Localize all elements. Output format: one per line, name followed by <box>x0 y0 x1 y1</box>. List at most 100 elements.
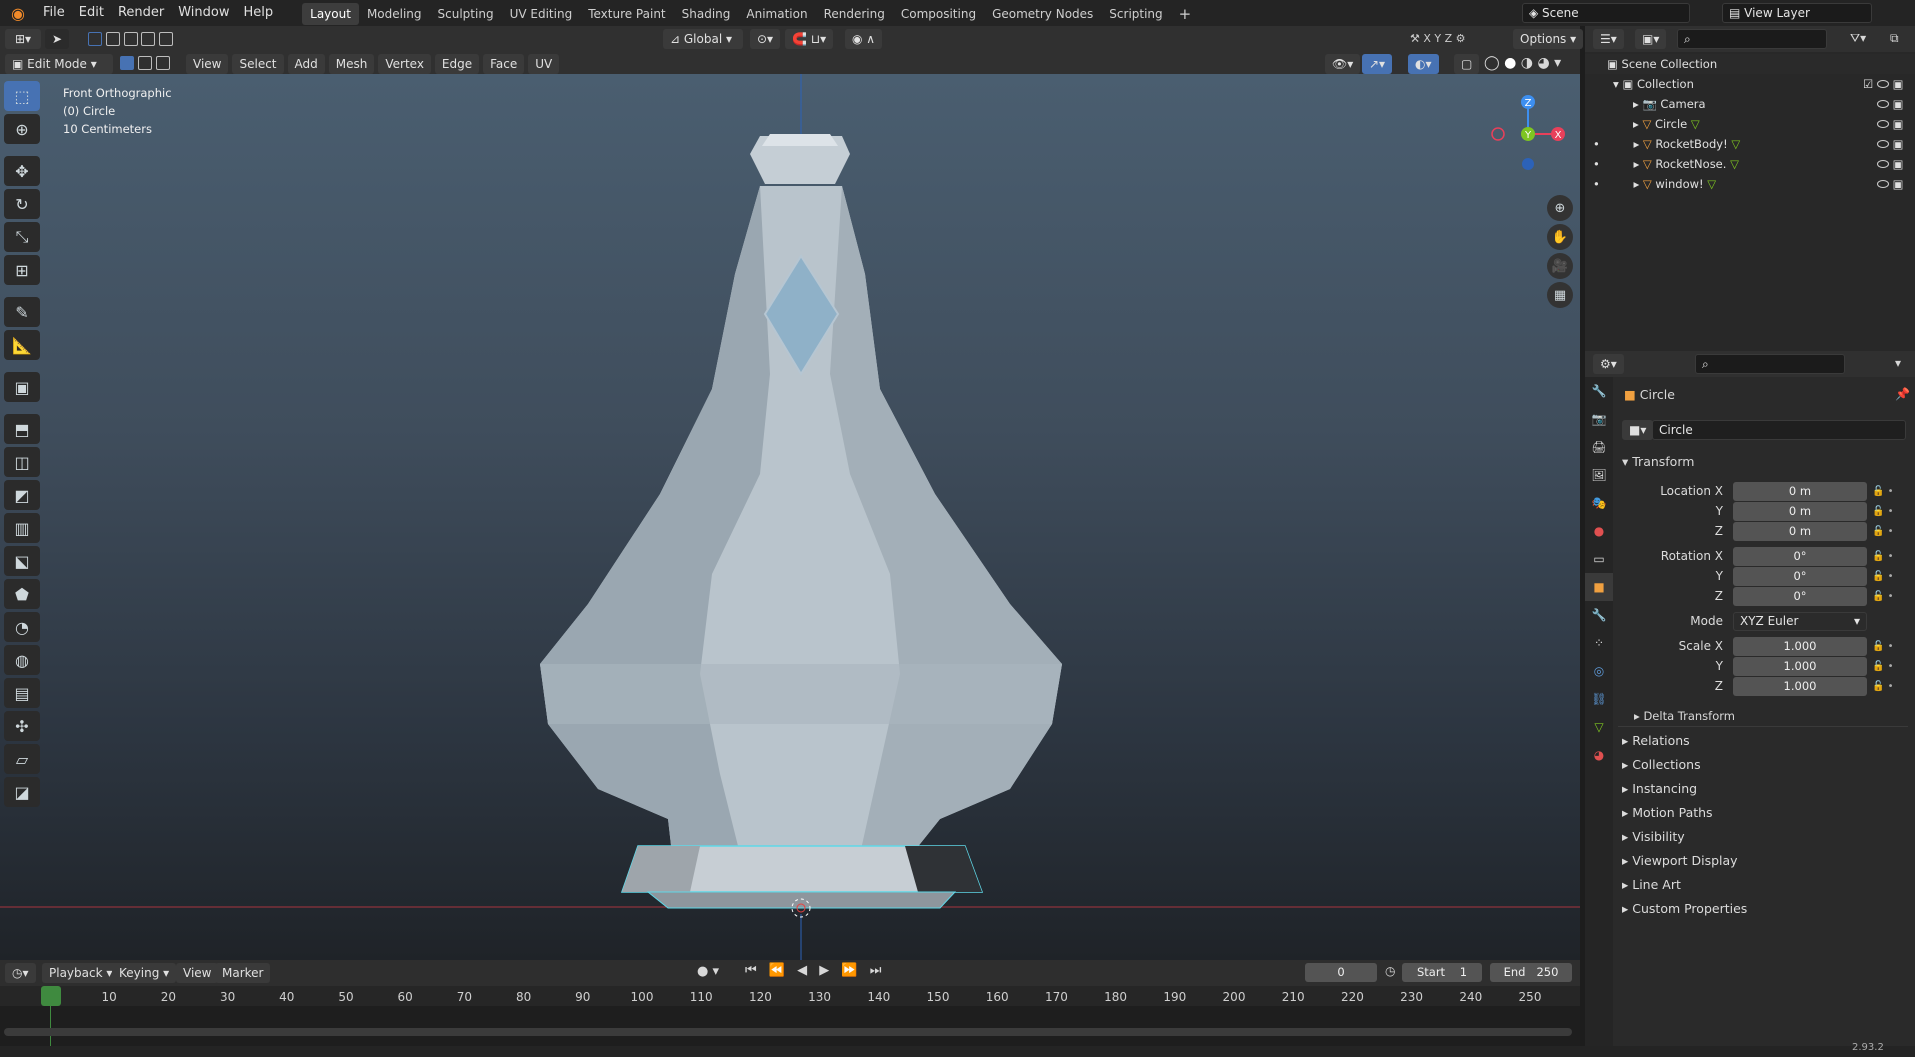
menu-help[interactable]: Help <box>237 0 281 26</box>
menu-mesh[interactable]: Mesh <box>328 54 375 74</box>
panel-viewport-display[interactable]: ▸ Viewport Display <box>1622 853 1738 868</box>
timeline-editor-icon[interactable]: ◷▾ <box>5 963 36 983</box>
mirror-axes[interactable]: ⚒ X Y Z ⚙ <box>1410 32 1466 45</box>
outliner-item[interactable]: ▸ 📷 Camera ▣ <box>1585 94 1915 114</box>
blender-logo-icon[interactable]: ◉ <box>0 4 36 23</box>
record-button[interactable]: ● ▾ <box>697 964 719 979</box>
constraints-tab-icon[interactable]: ⛓ <box>1585 685 1613 713</box>
tab-geometry-nodes[interactable]: Geometry Nodes <box>984 3 1101 25</box>
playback-menu[interactable]: Playback ▾ <box>42 963 120 983</box>
rotation-lock-icons[interactable]: 🔓 • 🔓 • 🔓 • <box>1872 547 1894 607</box>
output-tab-icon[interactable]: 🖨 <box>1585 433 1613 461</box>
visibility-eye-icon[interactable]: ▣ <box>1877 114 1904 134</box>
transform-panel-header[interactable]: ▾ Transform <box>1622 454 1694 469</box>
snap-icon[interactable]: 🧲 ⊔▾ <box>785 29 834 49</box>
axis-z-toggle[interactable]: Z <box>1445 32 1453 45</box>
panel-line-art[interactable]: ▸ Line Art <box>1622 877 1681 892</box>
tab-uv-editing[interactable]: UV Editing <box>502 3 581 25</box>
tab-rendering[interactable]: Rendering <box>816 3 893 25</box>
outliner-search[interactable]: ⌕ <box>1677 29 1827 49</box>
collection-checkbox[interactable]: ☑ ▣ <box>1863 74 1904 94</box>
scale-z-field[interactable]: 1.000 <box>1733 677 1867 696</box>
tab-scripting[interactable]: Scripting <box>1101 3 1170 25</box>
panel-custom-properties[interactable]: ▸ Custom Properties <box>1622 901 1747 916</box>
select-tool-icon[interactable]: ➤ <box>45 29 70 49</box>
new-collection-icon[interactable]: ⧉ <box>1890 31 1899 46</box>
scene-field[interactable]: ◈ Scene <box>1522 3 1690 23</box>
scale-x-field[interactable]: 1.000 <box>1733 637 1867 656</box>
outliner-editor-icon[interactable]: ☰▾ <box>1593 29 1624 49</box>
tab-texture-paint[interactable]: Texture Paint <box>580 3 673 25</box>
material-tab-icon[interactable]: ◕ <box>1585 741 1613 769</box>
menu-edge[interactable]: Edge <box>434 54 480 74</box>
panel-motion-paths[interactable]: ▸ Motion Paths <box>1622 805 1713 820</box>
rotation-mode-select[interactable]: XYZ Euler ▾ <box>1733 612 1867 631</box>
xray-toggle-icon[interactable]: ▢ <box>1454 54 1480 74</box>
modifier-tab-icon[interactable]: 🔧 <box>1585 601 1613 629</box>
editor-type-icon[interactable]: ⊞▾ <box>5 29 41 49</box>
visibility-eye-icon[interactable]: ▣ <box>1877 174 1904 194</box>
scale-lock-icons[interactable]: 🔓 • 🔓 • 🔓 • <box>1872 637 1894 697</box>
rocket-model[interactable] <box>0 74 1580 960</box>
menu-file[interactable]: File <box>36 0 72 26</box>
current-frame-field[interactable]: 0 <box>1305 963 1377 982</box>
timeline-scrollbar[interactable] <box>4 1028 1572 1036</box>
outliner-collection[interactable]: ▾ ▣ Collection ☑ ▣ <box>1585 74 1915 94</box>
view-layer-field[interactable]: ▤ View Layer <box>1722 3 1872 23</box>
tab-layout[interactable]: Layout <box>302 3 359 25</box>
mode-selector[interactable]: ▣ Edit Mode ▾ <box>5 54 113 74</box>
overlay-toggle-icon[interactable]: ◐▾ <box>1408 54 1439 74</box>
filter-icon[interactable]: ⛛▾ <box>1850 31 1866 46</box>
axis-x-toggle[interactable]: X <box>1423 32 1431 45</box>
visibility-icon[interactable]: 👁▾ <box>1325 54 1361 74</box>
axis-y-toggle[interactable]: Y <box>1434 32 1441 45</box>
tab-animation[interactable]: Animation <box>738 3 815 25</box>
rotation-x-field[interactable]: 0° <box>1733 547 1867 566</box>
location-z-field[interactable]: 0 m <box>1733 522 1867 541</box>
tab-compositing[interactable]: Compositing <box>893 3 984 25</box>
menu-vertex[interactable]: Vertex <box>378 54 431 74</box>
transform-orientation[interactable]: ⊿ Global ▾ <box>663 29 743 49</box>
select-mode-icons[interactable] <box>88 32 174 49</box>
menu-window[interactable]: Window <box>171 0 236 26</box>
panel-instancing[interactable]: ▸ Instancing <box>1622 781 1697 796</box>
menu-view[interactable]: View <box>186 54 229 74</box>
panel-relations[interactable]: ▸ Relations <box>1622 733 1690 748</box>
shading-mode-icons[interactable]: ◯ ● ◑ ◕ ▾ <box>1484 55 1561 71</box>
playhead[interactable] <box>41 986 61 1006</box>
rotation-y-field[interactable]: 0° <box>1733 567 1867 586</box>
pin-icon[interactable]: 📌 <box>1895 387 1910 401</box>
outliner-item[interactable]: • ▸ ▽ window! ▽ ▣ <box>1585 174 1915 194</box>
pan-hand-icon[interactable]: ✋ <box>1547 224 1573 250</box>
object-name-field[interactable]: Circle <box>1652 420 1906 440</box>
element-select-icons[interactable] <box>120 56 170 73</box>
menu-render[interactable]: Render <box>111 0 171 26</box>
tab-sculpting[interactable]: Sculpting <box>430 3 502 25</box>
object-tab-icon[interactable]: ■ <box>1585 573 1613 601</box>
properties-search[interactable]: ⌕ <box>1695 354 1845 374</box>
start-frame-field[interactable]: Start 1 <box>1402 963 1482 982</box>
outliner-item[interactable]: • ▸ ▽ RocketBody! ▽ ▣ <box>1585 134 1915 154</box>
gizmo-toggle-icon[interactable]: ↗▾ <box>1362 54 1393 74</box>
view-layer-tab-icon[interactable]: 🖼 <box>1585 461 1613 489</box>
rendered-shading-icon[interactable]: ◕ <box>1537 55 1549 71</box>
options-button[interactable]: Options ▾ <box>1513 29 1584 49</box>
tab-shading[interactable]: Shading <box>674 3 739 25</box>
render-tab-icon[interactable]: 📷 <box>1585 405 1613 433</box>
location-x-field[interactable]: 0 m <box>1733 482 1867 501</box>
proportional-edit-icon[interactable]: ◉ ∧ <box>845 29 883 49</box>
material-shading-icon[interactable]: ◑ <box>1521 55 1533 71</box>
menu-add[interactable]: Add <box>287 54 325 74</box>
world-tab-icon[interactable]: ● <box>1585 517 1613 545</box>
scene-selector[interactable]: ◈ Scene <box>1522 3 1690 23</box>
visibility-eye-icon[interactable]: ▣ <box>1877 154 1904 174</box>
visibility-eye-icon[interactable]: ▣ <box>1877 134 1904 154</box>
outliner-root[interactable]: ▣ Scene Collection <box>1585 54 1915 74</box>
zoom-icon[interactable]: ⊕ <box>1547 195 1573 221</box>
pivot-icon[interactable]: ⊙▾ <box>750 29 781 49</box>
outliner-item[interactable]: ▸ ▽ Circle ▽ ▣ <box>1585 114 1915 134</box>
timeline-view-menu[interactable]: View <box>176 963 219 983</box>
wireframe-shading-icon[interactable]: ◯ <box>1484 55 1500 71</box>
lock-icons[interactable]: 🔓 • 🔓 • 🔓 • <box>1872 482 1894 542</box>
solid-shading-icon[interactable]: ● <box>1504 55 1516 71</box>
